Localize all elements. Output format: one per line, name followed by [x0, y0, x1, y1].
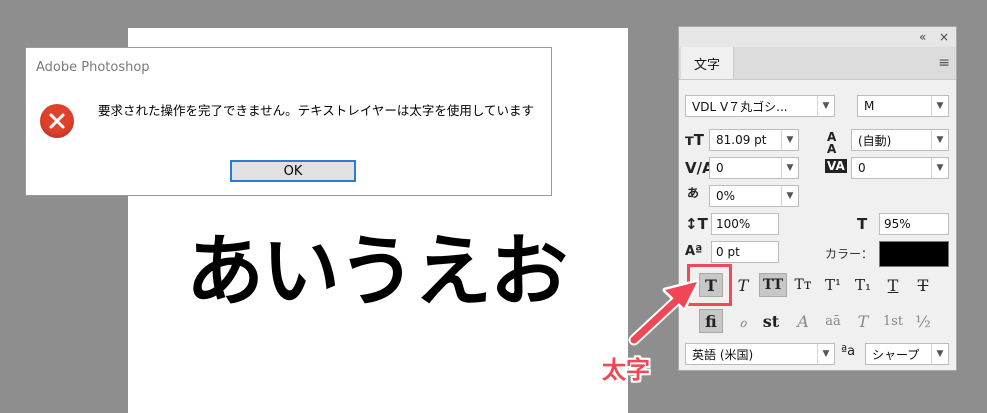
chevron-down-icon: ▼: [931, 158, 948, 178]
panel-menu-icon[interactable]: ≡: [938, 55, 950, 71]
chevron-down-icon: ▼: [931, 344, 948, 364]
ordinals-button[interactable]: 1st: [881, 309, 905, 333]
chevron-down-icon: ▼: [817, 344, 834, 364]
leading-icon: AA: [827, 130, 837, 156]
vertical-scale-value: 100%: [716, 217, 751, 231]
chevron-down-icon: ▼: [817, 96, 834, 116]
antialias-select[interactable]: シャープ ▼: [865, 343, 949, 365]
error-dialog: Adobe Photoshop 要求された操作を完了できません。テキストレイヤー…: [25, 47, 552, 196]
canvas-text-layer[interactable]: あいうえお: [128, 233, 648, 311]
color-swatch[interactable]: [879, 241, 949, 267]
font-style-select[interactable]: M ▼: [857, 95, 949, 117]
superscript-button[interactable]: T¹: [821, 273, 845, 297]
annotation-highlight-box: [687, 264, 732, 306]
font-family-select[interactable]: VDL V７丸ゴシ... ▼: [685, 95, 835, 117]
tsume-select[interactable]: 0% ▼: [709, 185, 799, 207]
titling-alternates-button[interactable]: T: [851, 309, 875, 333]
chevron-down-icon: ▼: [781, 158, 798, 178]
language-select[interactable]: 英語 (米国) ▼: [685, 343, 835, 365]
language-value: 英語 (米国): [692, 347, 754, 362]
stylistic-alternates-button[interactable]: aā: [821, 309, 845, 333]
font-size-value: 81.09 pt: [716, 133, 767, 147]
contextual-alternates-button[interactable]: st: [759, 309, 783, 333]
ok-button[interactable]: OK: [230, 160, 356, 182]
panel-titlebar: « ×: [679, 27, 956, 48]
leading-select[interactable]: (自動) ▼: [851, 129, 949, 151]
underline-button[interactable]: T: [881, 273, 905, 297]
tsume-value: 0%: [716, 189, 736, 203]
chevron-down-icon: ▼: [931, 130, 948, 150]
panel-tab-row: 文字 ≡: [679, 47, 956, 80]
horizontal-scale-icon: T: [857, 215, 868, 233]
ligature-button[interactable]: fi: [699, 309, 723, 333]
kerning-value: 0: [716, 161, 724, 175]
horizontal-scale-value: 95%: [884, 217, 911, 231]
small-caps-button[interactable]: Tт: [791, 273, 815, 297]
antialias-icon: ªa: [841, 344, 856, 359]
vertical-scale-field[interactable]: 100%: [711, 213, 779, 235]
color-label: カラー：: [825, 247, 874, 261]
swash-button[interactable]: A: [791, 309, 815, 333]
font-size-icon: тT: [685, 131, 704, 149]
baseline-shift-field[interactable]: 0 pt: [711, 241, 779, 263]
strikethrough-button[interactable]: T: [911, 273, 935, 297]
discretionary-ligature-button[interactable]: ℴ: [731, 309, 755, 333]
close-icon[interactable]: ×: [939, 29, 949, 45]
subscript-button[interactable]: T₁: [851, 273, 875, 297]
dialog-message: 要求された操作を完了できません。テキストレイヤーは太字を使用しています: [98, 103, 535, 118]
dialog-title: Adobe Photoshop: [36, 60, 150, 75]
baseline-shift-value: 0 pt: [716, 245, 740, 259]
font-family-value: VDL V７丸ゴシ...: [692, 99, 788, 114]
vertical-scale-icon: ↕T: [685, 215, 708, 233]
tracking-value: 0: [858, 161, 866, 175]
leading-value: (自動): [858, 133, 892, 148]
collapse-icon[interactable]: «: [919, 29, 926, 45]
antialias-value: シャープ: [872, 347, 920, 362]
baseline-shift-icon: Aª: [685, 244, 703, 259]
horizontal-scale-field[interactable]: 95%: [879, 213, 949, 235]
tab-character[interactable]: 文字: [681, 47, 734, 79]
annotation-label: 太字: [602, 356, 650, 384]
font-style-value: M: [864, 99, 875, 113]
kerning-select[interactable]: 0 ▼: [709, 157, 799, 179]
font-size-select[interactable]: 81.09 pt ▼: [709, 129, 799, 151]
tsume-icon: あ: [687, 186, 700, 200]
character-panel: « × 文字 ≡ VDL V７丸ゴシ... ▼ M ▼ тT 81.09 pt …: [678, 26, 957, 371]
chevron-down-icon: ▼: [781, 130, 798, 150]
tracking-icon: VA: [825, 159, 847, 173]
chevron-down-icon: ▼: [781, 186, 798, 206]
fractions-button[interactable]: ½: [911, 309, 935, 333]
faux-italic-button[interactable]: T: [731, 273, 755, 297]
all-caps-button[interactable]: TT: [759, 273, 787, 297]
error-icon: [40, 104, 74, 138]
chevron-down-icon: ▼: [931, 96, 948, 116]
tracking-select[interactable]: 0 ▼: [851, 157, 949, 179]
